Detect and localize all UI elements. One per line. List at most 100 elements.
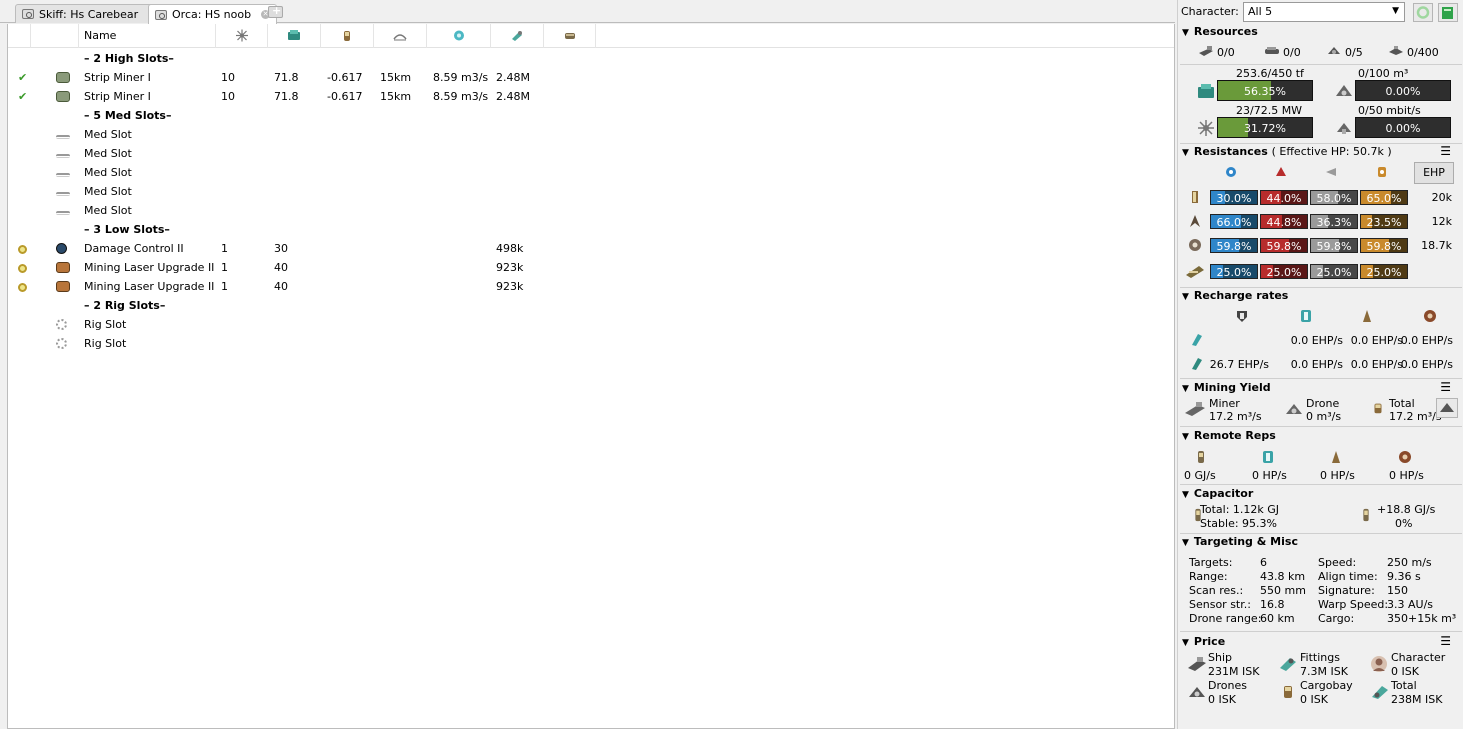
module-row[interactable]: ✔ Strip Miner I 10 71.8 -0.617 15km 8.59 m3/s 2… <box>8 87 1174 106</box>
empty-slot-row[interactable]: Med Slot <box>8 201 1174 220</box>
character-label: Character: <box>1181 5 1239 18</box>
resistances-menu-icon[interactable]: ☰ <box>1440 144 1451 158</box>
remote-reps-section-title[interactable]: ▼ Remote Reps <box>1182 429 1276 442</box>
resources-section-title[interactable]: ▼ Resources <box>1182 25 1258 38</box>
cargobay-price-value: 0 ISK <box>1300 693 1328 706</box>
kinetic-resist-icon <box>1326 168 1336 176</box>
empty-slot-row[interactable]: Med Slot <box>8 182 1174 201</box>
stat-value: 60 km <box>1260 612 1295 625</box>
module-stat-c1: 10 <box>221 71 235 84</box>
stat-value: 350+15k m³ <box>1387 612 1457 625</box>
price-menu-icon[interactable]: ☰ <box>1440 634 1451 648</box>
capacitor-section-title[interactable]: ▼ Capacitor <box>1182 487 1253 500</box>
empty-slot-row[interactable]: Rig Slot <box>8 334 1174 353</box>
module-stat-c6: 923k <box>496 261 524 274</box>
ammo-icon <box>564 33 575 39</box>
price-section-title[interactable]: ▼ Price <box>1182 635 1225 648</box>
header-cpu[interactable] <box>268 24 321 48</box>
slot-section-header[interactable]: – 5 Med Slots– <box>8 106 1174 125</box>
miner-label: Miner <box>1209 397 1240 410</box>
resist-cell-ex: 59.8% <box>1360 238 1408 253</box>
damage-pattern-icon <box>1186 266 1204 278</box>
empty-slot-row[interactable]: Med Slot <box>8 163 1174 182</box>
grid-header: Name <box>8 24 1174 48</box>
header-capacitor[interactable] <box>321 24 374 48</box>
empty-slot-row[interactable]: Rig Slot <box>8 315 1174 334</box>
module-name: Strip Miner I <box>84 90 151 103</box>
module-row[interactable]: Damage Control II 1 30 498k <box>8 239 1174 258</box>
miner-yield: 17.2 m³/s <box>1209 410 1262 423</box>
module-row[interactable]: Mining Laser Upgrade II 1 40 923k <box>8 258 1174 277</box>
header-range[interactable] <box>374 24 427 48</box>
recharge-section-title[interactable]: ▼ Recharge rates <box>1182 289 1288 302</box>
character-select[interactable]: All 5 ▼ <box>1243 2 1405 22</box>
refresh-button[interactable] <box>1413 3 1433 22</box>
header-icon[interactable] <box>31 24 79 48</box>
module-online-icon[interactable]: ✔ <box>18 90 27 103</box>
targeting-section-title[interactable]: ▼ Targeting & Misc <box>1182 535 1298 548</box>
capacitor-icon <box>344 31 350 41</box>
module-stat-c1: 1 <box>221 280 228 293</box>
header-ammo[interactable] <box>544 24 596 48</box>
slot-section-header[interactable]: – 3 Low Slots– <box>8 220 1174 239</box>
layer-ehp: 20k <box>1431 191 1452 204</box>
mining-upgrade-icon <box>56 281 70 295</box>
tab-orca[interactable]: Orca: HS noob ✕ <box>148 4 278 24</box>
character-select-value: All 5 <box>1248 5 1273 18</box>
new-tab-button[interactable] <box>268 4 283 18</box>
header-power[interactable] <box>216 24 268 48</box>
drones-price-value: 0 ISK <box>1208 693 1236 706</box>
bandwidth-label: 0/50 mbit/s <box>1358 104 1421 117</box>
shield-boost-icon <box>1301 310 1311 322</box>
module-name: Damage Control II <box>84 242 184 255</box>
module-passive-icon[interactable] <box>18 263 27 276</box>
module-stat-c1: 1 <box>221 242 228 255</box>
empty-slot-row[interactable]: Med Slot <box>8 125 1174 144</box>
section-label: – 2 High Slots– <box>84 52 174 65</box>
med-slot-icon <box>56 167 70 180</box>
header-state[interactable] <box>8 24 31 48</box>
resist-cell-ki: 36.3% <box>1310 214 1358 229</box>
section-label: – 5 Med Slots– <box>84 109 172 122</box>
mining-menu-icon[interactable]: ☰ <box>1440 380 1451 394</box>
mining-settings-button[interactable] <box>1436 398 1458 418</box>
cpu-icon <box>1198 84 1214 98</box>
stat-value: 16.8 <box>1260 598 1285 611</box>
ship-tab-icon <box>22 9 34 19</box>
stat-label: Warp Speed: <box>1318 598 1389 611</box>
stat-label: Speed: <box>1318 556 1357 569</box>
effective-hp: ( Effective HP: 50.7k ) <box>1271 145 1392 158</box>
shield-layer-icon <box>1192 191 1198 203</box>
header-yield[interactable] <box>427 24 491 48</box>
total-yield-label: Total <box>1389 397 1415 410</box>
drones-price-icon <box>1189 687 1205 697</box>
tab-skiff[interactable]: Skiff: Hs Carebear ✕ <box>15 4 165 23</box>
slot-section-header[interactable]: – 2 Rig Slots– <box>8 296 1174 315</box>
mining-section-title[interactable]: ▼ Mining Yield <box>1182 381 1271 394</box>
character-editor-button[interactable] <box>1438 3 1458 22</box>
module-row[interactable]: Mining Laser Upgrade II 1 40 923k <box>8 277 1174 296</box>
turret-hardpoint-icon <box>1199 46 1213 56</box>
ehp-toggle-button[interactable]: EHP <box>1414 162 1454 184</box>
optimal-range-icon <box>393 34 407 41</box>
resist-cell-ex: 25.0% <box>1360 264 1408 279</box>
ship-tab-icon <box>155 9 167 20</box>
stat-value: 150 <box>1387 584 1408 597</box>
resist-cell-em: 30.0% <box>1210 190 1258 205</box>
module-online-icon[interactable]: ✔ <box>18 71 27 84</box>
drone-count: 0/5 <box>1345 46 1363 59</box>
module-stat-c4: 15km <box>380 90 412 103</box>
module-stat-c2: 30 <box>274 242 288 255</box>
empty-slot-row[interactable]: Med Slot <box>8 144 1174 163</box>
stat-value: 43.8 km <box>1260 570 1306 583</box>
slot-section-header[interactable]: – 2 High Slots– <box>8 49 1174 68</box>
header-name[interactable]: Name <box>79 24 216 48</box>
module-name: Med Slot <box>84 204 132 217</box>
module-stat-c3: -0.617 <box>327 90 363 103</box>
module-row[interactable]: ✔ Strip Miner I 10 71.8 -0.617 15km 8.59 m3/s 2… <box>8 68 1174 87</box>
resistances-section-title[interactable]: ▼ Resistances ( Effective HP: 50.7k ) <box>1182 145 1392 158</box>
stat-value: 9.36 s <box>1387 570 1421 583</box>
module-passive-icon[interactable] <box>18 282 27 295</box>
module-passive-icon[interactable] <box>18 244 27 257</box>
header-price[interactable] <box>491 24 544 48</box>
